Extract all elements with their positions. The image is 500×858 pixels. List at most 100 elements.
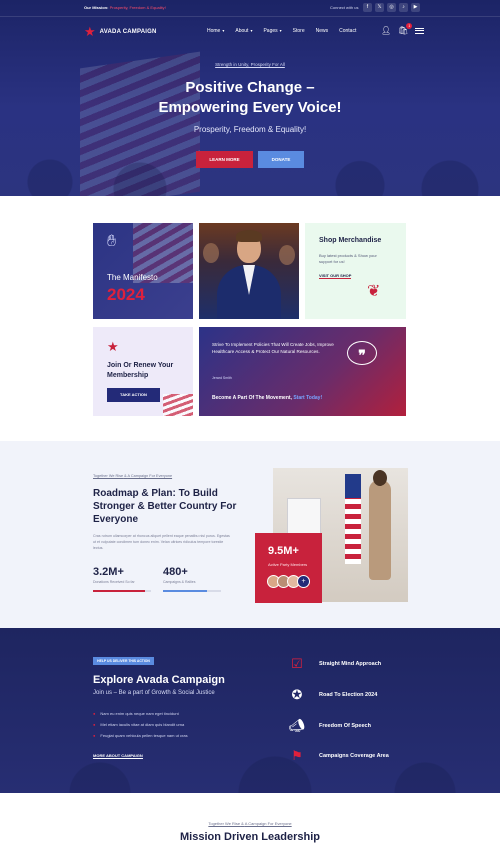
explore-bullet: ● Feugiat quam vehicula pellen tesque nam… [93,733,188,738]
roadmap-body: Cras rutrum ullamcorper at rhoncus aliqu… [93,534,230,550]
stat-progress-fill [163,590,207,592]
manifesto-year: 2024 [107,285,145,304]
instagram-icon[interactable]: ◎ [387,3,396,12]
take-action-button[interactable]: TAKE ACTION [107,388,160,402]
mission-kicker: Together We Rise & A Campaign For Everyo… [208,821,292,826]
cart-count-badge: 1 [406,23,413,29]
nav-item-contact[interactable]: Contact [339,28,356,34]
stat-progress-bar [163,590,221,592]
shop-card: Shop Merchandise Buy latest products & S… [305,223,406,319]
social-links: f 𝕏 ◎ ♪ ▶ [363,3,420,12]
hero-title-line-1: Positive Change – [185,79,315,96]
explore-subtitle: Join us – Be a part of Growth & Social J… [93,690,215,696]
manifesto-card[interactable]: ✋︎ The Manifesto 2024 [93,223,193,319]
stat-number: 3.2M+ [93,566,124,578]
top-bar: Our Mission: Prosperity, Freedom & Equal… [0,0,500,17]
raised-hand-icon: ✋︎ [107,233,117,250]
learn-more-button[interactable]: LEARN MORE [196,151,253,168]
crowd-figure [279,245,295,265]
site-logo[interactable]: ★ AVADA CAMPAIGN [84,25,157,38]
chevron-down-icon: ▾ [222,28,225,33]
logo-text: AVADA CAMPAIGN [99,28,157,35]
star-icon: ★ [107,339,119,354]
nav-item-about[interactable]: About ▾ [235,28,252,34]
crowd-figure [203,243,219,263]
mission-text: Prosperity, Freedom & Equality! [109,5,166,10]
megaphone-icon: 📣︎ [288,718,306,733]
explore-title: Explore Avada Campaign [93,674,225,686]
bullet-text: Feugiat quam vehicula pellen tesque nam … [100,733,188,738]
nav-item-home[interactable]: Home ▾ [207,28,224,34]
member-avatars: + [267,575,310,588]
nav-item-news[interactable]: News [316,28,329,34]
hamburger-menu-icon[interactable] [415,27,425,34]
nav-label: Pages [263,28,278,34]
connect-label: Connect with us [330,5,359,10]
donate-button[interactable]: DONATE [258,151,304,168]
candidate-hair [236,230,262,242]
top-bar-mission: Our Mission: Prosperity, Freedom & Equal… [84,5,166,10]
movement-cta-text: Become A Part Of The Movement, [212,395,292,401]
kicker-part: Together We Rise [208,821,241,826]
mission-label: Our Mission: [84,5,109,10]
shop-title: Shop Merchandise [319,237,382,244]
x-twitter-icon[interactable]: 𝕏 [375,3,384,12]
movement-quote-text: Strive To Implement Policies That Will C… [212,342,334,354]
members-number: 9.5M+ [268,545,299,557]
movement-cta: Become A Part Of The Movement, Start Tod… [212,395,322,401]
nav-label: About [235,28,249,34]
ribbon-hearts-icon: ❦ [367,283,381,300]
voter-figure [369,480,391,580]
shop-text: Buy latest products & Show your support … [319,253,377,264]
flag-decoration [163,394,193,416]
hero-title: Positive Change – Empowering Every Voice… [0,78,500,118]
visit-shop-link[interactable]: VISIT OUR SHOP [319,273,352,279]
more-about-campaign-link[interactable]: MORE ABOUT CAMPAIGN [93,753,143,759]
checkbox-icon: ☑ [291,656,303,671]
vote-badge-icon: ✪ [291,687,303,702]
explore-section: HELP US DELIVER THIS ACTION Explore Avad… [0,628,500,793]
members-label: Active Party Members [268,562,308,567]
youtube-icon[interactable]: ▶ [411,3,420,12]
nav-icons: 👤︎ 🛍︎ 1 [381,23,425,35]
explore-bullet: ● Mel etiam iaculis vitae at diam quis bl… [93,722,184,727]
voter-head [373,470,387,486]
facebook-icon[interactable]: f [363,3,372,12]
kicker-part: A Campaign For Everyone [244,821,292,826]
members-stat-card: 9.5M+ Active Party Members + [255,533,322,603]
stat-label: Donations Received So far [93,580,135,584]
candidate-photo [199,223,299,319]
kicker-part: Together We Rise [93,474,124,478]
feature-label: Straight Mind Approach [319,661,382,667]
stat-label: Campaigns & Rallies [163,580,196,584]
movement-card: Strive To Implement Policies That Will C… [199,327,406,416]
kicker-part: A Campaign For Everyone [127,474,173,478]
cart-icon[interactable]: 🛍︎ 1 [398,23,413,35]
manifesto-label: The Manifesto [107,273,158,282]
bullet-dot-icon: ● [93,711,96,716]
nav-item-store[interactable]: Store [293,28,305,34]
feature-straight-mind: ☑ Straight Mind Approach [287,654,381,674]
chevron-down-icon: ▾ [279,28,282,33]
plus-icon[interactable]: + [297,575,310,588]
feature-road-to-election: ✪ Road To Election 2024 [287,685,378,705]
membership-title: Join Or Renew Your Membership [107,362,174,379]
roadmap-kicker: Together We Rise & A Campaign For Everyo… [93,474,173,478]
start-today-link[interactable]: Start Today! [293,395,322,401]
quote-bubble-icon: ❞ [347,341,377,365]
stat-progress-bar [93,590,151,592]
tiktok-icon[interactable]: ♪ [399,3,408,12]
bullet-text: Nam eu enim quis neque nam eget tincidun… [100,711,179,716]
roadmap-title: Roadmap & Plan: To Build Stronger & Bett… [93,488,237,525]
nav-item-pages[interactable]: Pages ▾ [263,28,281,34]
user-icon[interactable]: 👤︎ [381,26,391,35]
flag-canton [345,474,361,498]
donations-stat: 3.2M+ Donations Received So far [93,566,151,592]
hero-section: Our Mission: Prosperity, Freedom & Equal… [0,0,500,196]
mission-title: Mission Driven Leadership [180,831,320,843]
bullet-text: Mel etiam iaculis vitae at diam quis bla… [100,722,185,727]
main-nav: ★ AVADA CAMPAIGN Home ▾ About ▾ Pages ▾ Sto… [0,20,500,44]
nav-menu: Home ▾ About ▾ Pages ▾ Store News Contact [207,28,356,34]
movement-author: Jerard Smith [212,376,232,380]
campaigns-stat: 480+ Campaigns & Rallies [163,566,221,592]
